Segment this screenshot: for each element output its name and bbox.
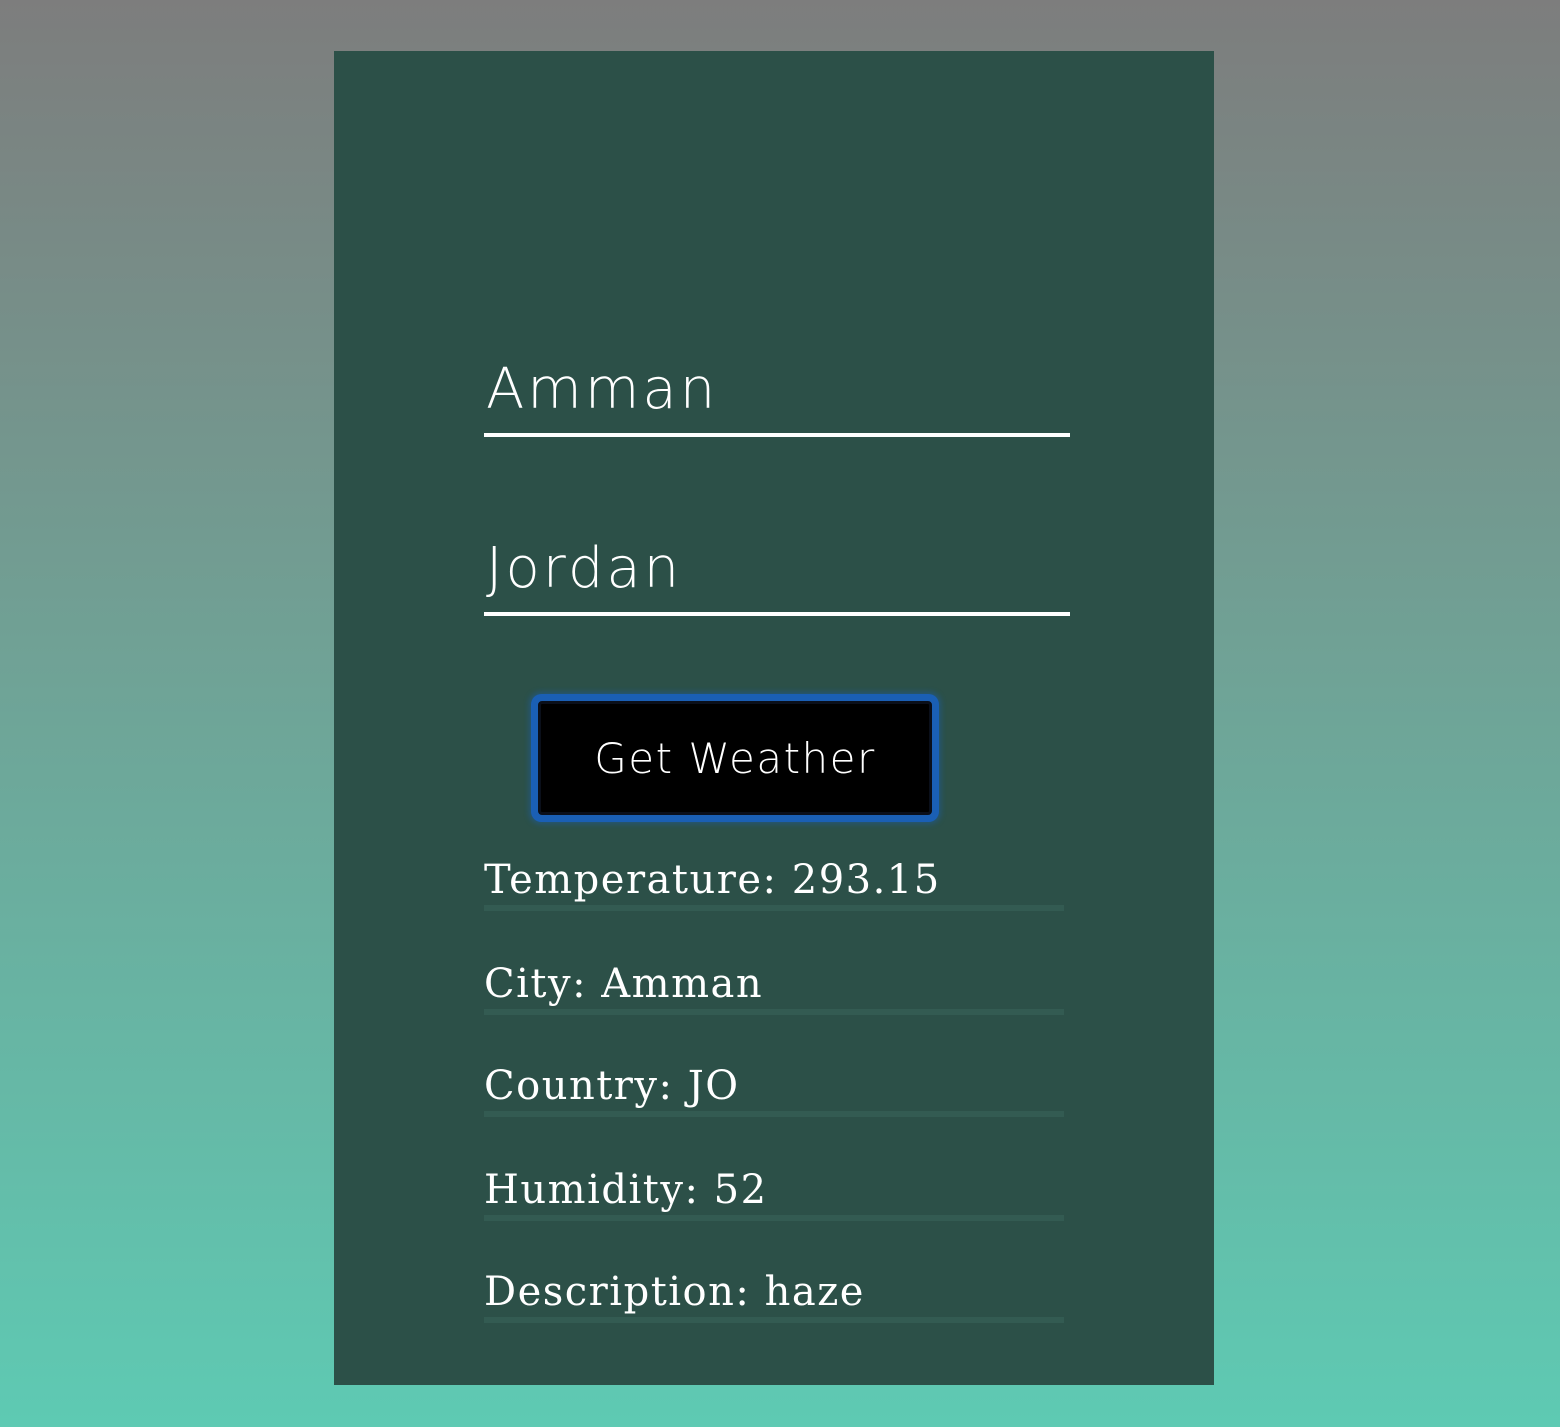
temperature-result: Temperature: 293.15 bbox=[484, 855, 1064, 911]
description-result: Description: haze bbox=[484, 1267, 1064, 1323]
city-input[interactable] bbox=[484, 351, 1070, 437]
city-result: City: Amman bbox=[484, 959, 1064, 1015]
country-result: Country: JO bbox=[484, 1061, 1064, 1117]
humidity-result: Humidity: 52 bbox=[484, 1165, 1064, 1221]
country-input[interactable] bbox=[484, 530, 1070, 616]
get-weather-button[interactable]: Get Weather bbox=[538, 701, 932, 815]
weather-form-panel: Get Weather Temperature: 293.15 City: Am… bbox=[334, 51, 1214, 1385]
